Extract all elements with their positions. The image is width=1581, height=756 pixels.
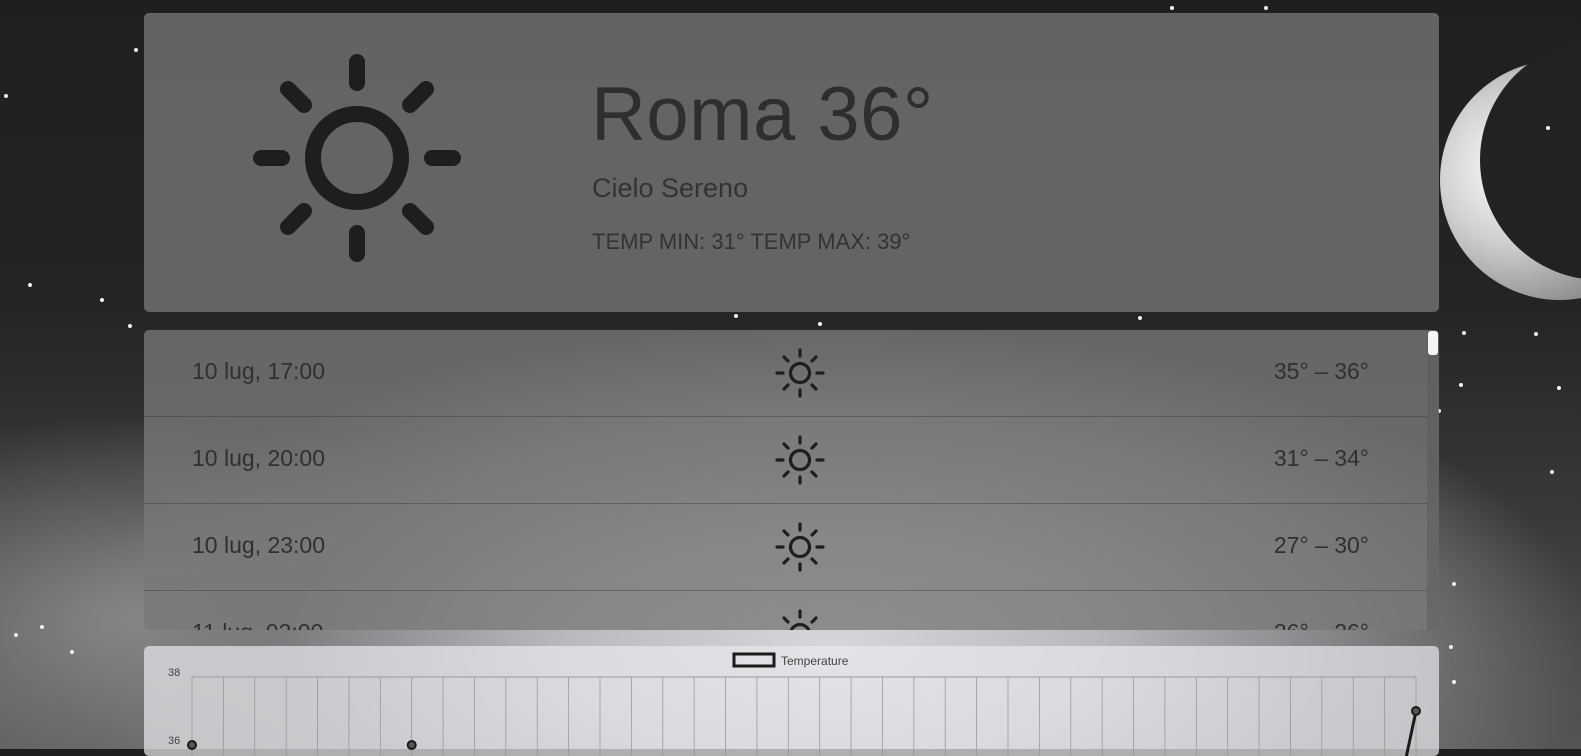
forecast-row: 10 lug, 17:00 35° – 36°: [144, 330, 1427, 417]
star: [70, 650, 74, 654]
star: [100, 298, 104, 302]
forecast-scrollbar[interactable]: [1427, 330, 1439, 630]
forecast-range: 31° – 34°: [1273, 445, 1369, 471]
forecast-list[interactable]: 10 lug, 17:00 35° – 36° 10 lug, 20:00 31…: [144, 330, 1439, 630]
chart-svg: Temperature 38 36: [168, 652, 1421, 756]
forecast-date: 11 lug, 02:00: [192, 619, 323, 630]
forecast-date: 10 lug, 17:00: [192, 358, 326, 384]
forecast-date: 10 lug, 20:00: [192, 445, 326, 471]
y-tick-label: 38: [168, 667, 180, 679]
temp-min-max: TEMP MIN: 31° TEMP MAX: 39°: [592, 229, 911, 254]
star: [1452, 582, 1456, 586]
sun-icon: [253, 54, 461, 262]
star: [1459, 383, 1463, 387]
star: [1462, 331, 1466, 335]
sun-icon: [775, 435, 825, 485]
forecast-row: 11 lug, 02:00 26° – 26°: [144, 591, 1427, 630]
sun-icon: [775, 348, 825, 398]
star: [1449, 645, 1453, 649]
star: [1557, 386, 1561, 390]
star: [40, 625, 44, 629]
forecast-row: 10 lug, 20:00 31° – 34°: [144, 417, 1427, 504]
star: [134, 48, 138, 52]
data-point[interactable]: [1411, 706, 1421, 716]
data-point[interactable]: [187, 740, 197, 750]
sun-icon: [775, 522, 825, 572]
data-point[interactable]: [406, 740, 417, 750]
star: [1534, 332, 1538, 336]
star: [28, 283, 32, 287]
legend-swatch[interactable]: [732, 652, 776, 668]
star: [734, 314, 738, 318]
star: [4, 94, 8, 98]
chart-grid: [191, 676, 1417, 756]
temperature-chart: Temperature 38 36: [144, 646, 1439, 756]
y-tick-label: 36: [168, 735, 180, 747]
star: [14, 633, 18, 637]
star: [1138, 316, 1142, 320]
star: [818, 322, 822, 326]
star: [128, 324, 132, 328]
weather-description: Cielo Sereno: [592, 173, 749, 203]
forecast-range: 35° – 36°: [1273, 358, 1369, 384]
star: [1170, 6, 1174, 10]
forecast-range: 26° – 26°: [1274, 619, 1369, 630]
forecast-row: 10 lug, 23:00 27° – 30°: [144, 504, 1427, 591]
legend-label[interactable]: Temperature: [781, 654, 849, 668]
forecast-range: 27° – 30°: [1273, 532, 1369, 558]
star: [1264, 6, 1268, 10]
current-weather-card: Roma 36° Cielo Sereno TEMP MIN: 31° TEMP…: [144, 13, 1439, 312]
sun-icon: [782, 609, 818, 630]
series-line: [1404, 710, 1418, 756]
forecast-date: 10 lug, 23:00: [192, 532, 326, 558]
star: [1550, 470, 1554, 474]
star: [1546, 126, 1550, 130]
star: [1452, 680, 1456, 684]
scrollbar-thumb[interactable]: [1428, 331, 1438, 355]
city-temperature: Roma 36°: [591, 72, 934, 157]
